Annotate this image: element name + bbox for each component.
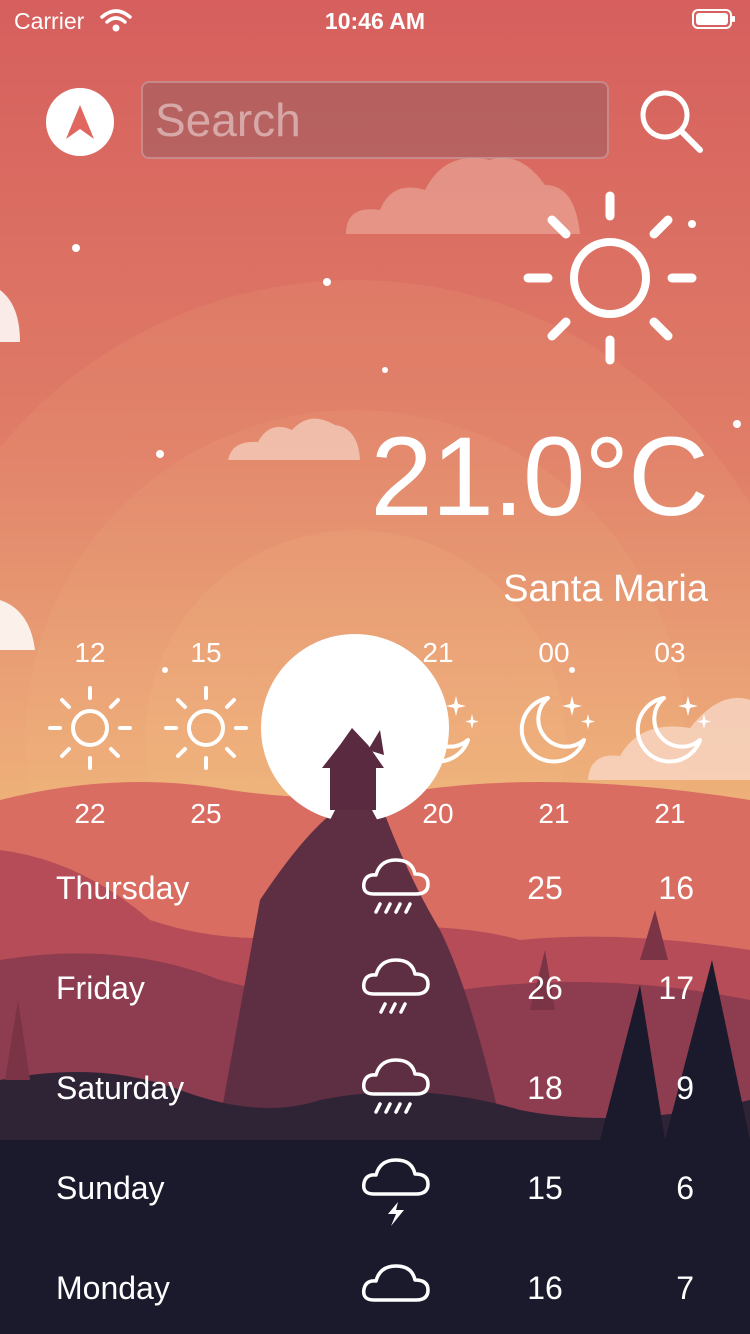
status-time: 10:46 AM xyxy=(324,8,426,34)
hourly-item: 00 21 xyxy=(496,636,612,829)
hourly-forecast: 12 22 15 25 21 20 00 21 03 21 xyxy=(32,636,732,836)
location-button[interactable] xyxy=(46,88,114,156)
hour-temperature: 21 xyxy=(654,798,686,829)
day-name: Saturday xyxy=(56,1070,185,1106)
hour-time: 15 xyxy=(190,637,222,668)
daily-row: Sunday 15 6 xyxy=(0,1150,750,1230)
day-low: 16 xyxy=(658,870,694,906)
hourly-item: 15 25 xyxy=(148,636,264,829)
day-high: 15 xyxy=(527,1170,563,1206)
thunder-cloud-icon xyxy=(361,1158,430,1226)
battery-icon xyxy=(692,9,735,29)
sun-icon xyxy=(523,191,697,365)
daily-row: Saturday 18 9 xyxy=(0,1050,750,1130)
day-low: 17 xyxy=(658,970,694,1006)
day-low: 7 xyxy=(676,1270,694,1306)
hour-time: 00 xyxy=(538,637,570,668)
day-low: 6 xyxy=(676,1170,694,1206)
daily-row: Monday 16 7 xyxy=(0,1250,750,1330)
hour-temperature: 22 xyxy=(74,798,106,829)
hour-temperature: 25 xyxy=(190,798,222,829)
hourly-item: 03 21 xyxy=(612,636,728,829)
cloud-icon xyxy=(361,1264,430,1302)
city-name: Santa Maria xyxy=(503,568,708,610)
current-temperature: 21.0°C xyxy=(370,414,709,539)
day-name: Thursday xyxy=(56,870,190,906)
day-high: 26 xyxy=(527,970,563,1006)
rain-cloud-icon xyxy=(361,1058,430,1114)
hourly-item: 12 22 xyxy=(32,636,148,829)
moon-stars-icon xyxy=(403,696,479,764)
hour-time: 12 xyxy=(74,637,106,668)
day-name: Sunday xyxy=(56,1170,165,1206)
day-name: Friday xyxy=(56,970,145,1006)
hour-time: 03 xyxy=(654,637,686,668)
day-high: 18 xyxy=(527,1070,563,1106)
rain-cloud-icon xyxy=(361,958,430,1014)
day-high: 16 xyxy=(527,1270,563,1306)
hour-temperature: 20 xyxy=(422,798,454,829)
sun-icon xyxy=(164,686,248,770)
day-name: Monday xyxy=(56,1270,170,1306)
hourly-item: 21 20 xyxy=(380,636,496,829)
location-arrow-icon xyxy=(66,105,94,139)
search-field[interactable] xyxy=(141,81,609,159)
day-high: 25 xyxy=(527,870,563,906)
hour-temperature: 21 xyxy=(538,798,570,829)
sun-icon xyxy=(48,686,132,770)
moon-stars-icon xyxy=(635,696,711,764)
moon-stars-icon xyxy=(519,696,595,764)
search-input[interactable] xyxy=(143,83,607,157)
status-bar: Carrier 10:46 AM xyxy=(0,0,750,40)
hour-time: 21 xyxy=(422,637,454,668)
search-icon[interactable] xyxy=(636,86,706,156)
daily-row: Friday 26 17 xyxy=(0,950,750,1030)
day-low: 9 xyxy=(676,1070,694,1106)
rain-cloud-icon xyxy=(361,858,430,914)
daily-row: Thursday 25 16 xyxy=(0,850,750,930)
